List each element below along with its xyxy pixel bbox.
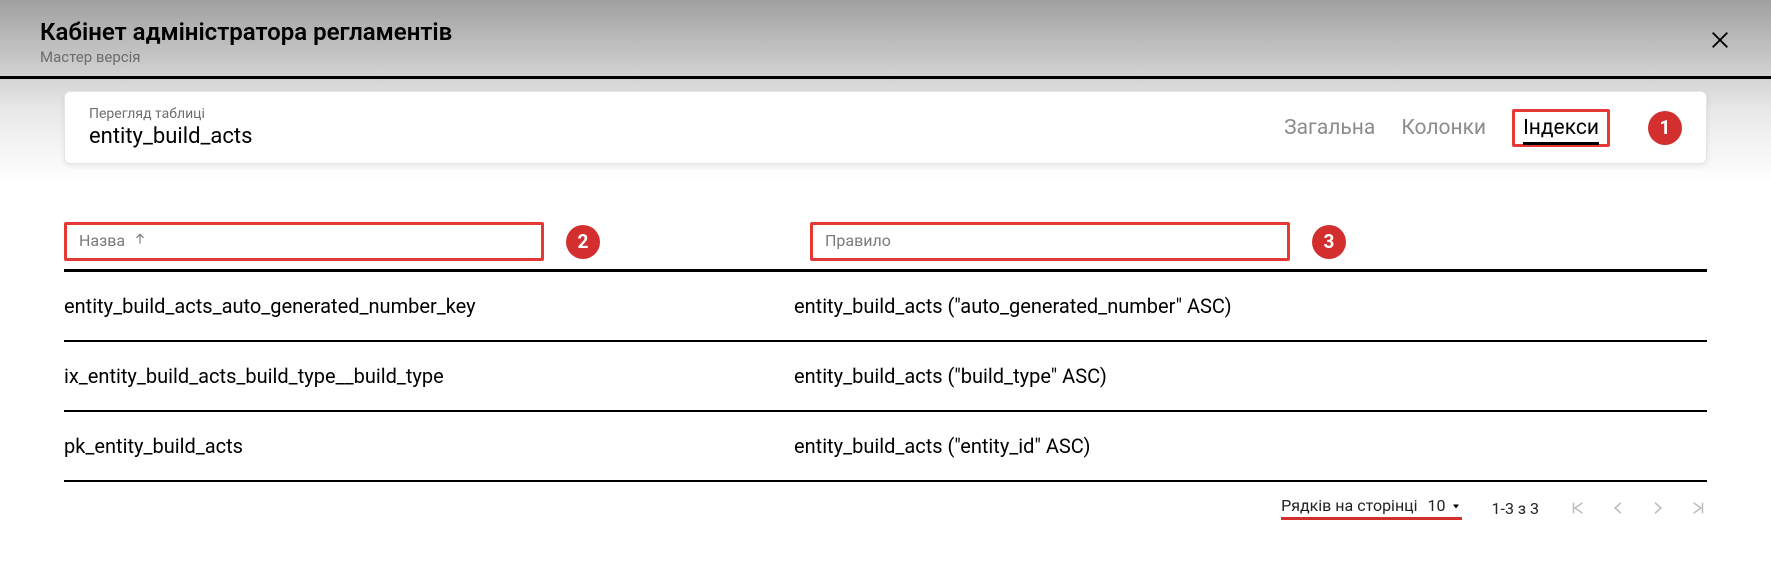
content: Назва 2 Правило 3 entity_build_acts_auto… xyxy=(0,182,1771,530)
sort-asc-icon[interactable] xyxy=(133,231,147,250)
header-bar: Кабінет адміністратора регламентів Масте… xyxy=(0,0,1771,76)
card-label: Перегляд таблиці xyxy=(89,106,252,122)
filter-rule-label: Правило xyxy=(825,231,891,250)
tab-indexes[interactable]: Індекси xyxy=(1523,114,1599,145)
tabs: Загальна Колонки Індекси 1 xyxy=(1284,109,1682,147)
tab-general[interactable]: Загальна xyxy=(1284,114,1375,142)
header-divider xyxy=(0,76,1771,79)
rows-per-page-label: Рядків на сторінці xyxy=(1281,496,1417,515)
rows-per-page-select[interactable]: 10 xyxy=(1428,496,1462,515)
cell-rule: entity_build_acts ("auto_generated_numbe… xyxy=(794,294,1707,318)
table-row: entity_build_acts_auto_generated_number_… xyxy=(64,272,1707,342)
table-row: pk_entity_build_acts entity_build_acts (… xyxy=(64,412,1707,482)
cell-name: entity_build_acts_auto_generated_number_… xyxy=(64,294,794,318)
close-icon[interactable] xyxy=(1709,29,1731,55)
cell-rule: entity_build_acts ("entity_id" ASC) xyxy=(794,434,1707,458)
rows-per-page-value: 10 xyxy=(1428,496,1446,515)
cell-name: ix_entity_build_acts_build_type__build_t… xyxy=(64,364,794,388)
page-subtitle: Мастер версія xyxy=(40,48,452,66)
rows-per-page: Рядків на сторінці 10 xyxy=(1281,496,1461,520)
cell-rule: entity_build_acts ("build_type" ASC) xyxy=(794,364,1707,388)
page-title: Кабінет адміністратора регламентів xyxy=(40,18,452,46)
tab-columns[interactable]: Колонки xyxy=(1401,114,1486,142)
pagination: Рядків на сторінці 10 1-3 з 3 xyxy=(64,482,1707,520)
callout-1: 1 xyxy=(1648,111,1682,145)
pager-next-icon[interactable] xyxy=(1649,499,1667,517)
pager-first-icon[interactable] xyxy=(1569,499,1587,517)
filter-name-label: Назва xyxy=(79,231,125,250)
card-value: entity_build_acts xyxy=(89,124,252,149)
tab-indexes-highlight: Індекси xyxy=(1512,109,1610,147)
filter-name-box[interactable]: Назва xyxy=(64,222,544,261)
callout-3: 3 xyxy=(1312,225,1346,259)
pager-last-icon[interactable] xyxy=(1689,499,1707,517)
pager-prev-icon[interactable] xyxy=(1609,499,1627,517)
table-info-card: Перегляд таблиці entity_build_acts Загал… xyxy=(64,91,1707,164)
filter-rule-box[interactable]: Правило xyxy=(810,222,1290,261)
table-row: ix_entity_build_acts_build_type__build_t… xyxy=(64,342,1707,412)
filter-row: Назва 2 Правило 3 xyxy=(64,222,1707,261)
cell-name: pk_entity_build_acts xyxy=(64,434,794,458)
index-table: entity_build_acts_auto_generated_number_… xyxy=(64,272,1707,482)
page-range: 1-3 з 3 xyxy=(1492,499,1539,518)
callout-2: 2 xyxy=(566,225,600,259)
